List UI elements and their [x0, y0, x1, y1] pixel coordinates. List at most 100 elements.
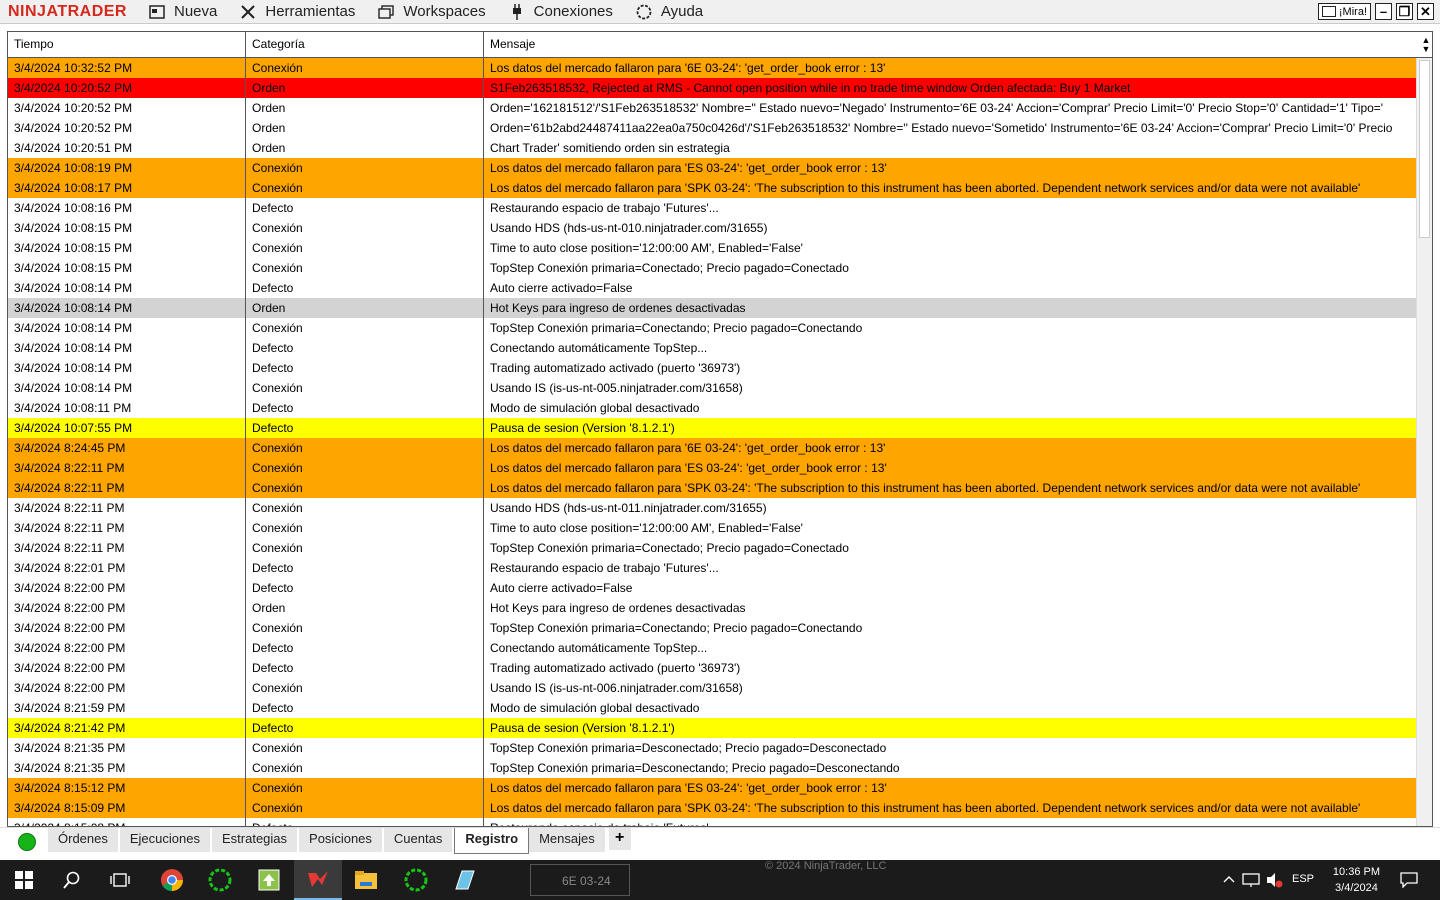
log-time: 3/4/2024 8:21:35 PM	[8, 758, 246, 778]
clock-time: 10:36 PM	[1332, 866, 1380, 878]
log-time: 3/4/2024 10:20:52 PM	[8, 78, 246, 98]
chrome-icon[interactable]	[148, 860, 196, 900]
circle-app-icon-2[interactable]	[392, 860, 440, 900]
log-row[interactable]: 3/4/2024 8:22:11 PM Conexión Usando HDS (h…	[8, 498, 1418, 518]
scrollbar-thumb[interactable]	[1419, 60, 1430, 238]
log-category: Conexión	[246, 478, 484, 498]
restore-button[interactable]: ❐	[1396, 3, 1413, 20]
menu-ayuda[interactable]: Ayuda	[635, 3, 703, 20]
log-category: Conexión	[246, 158, 484, 178]
log-message: Auto cierre activado=False	[490, 281, 633, 295]
log-category: Conexión	[246, 798, 484, 818]
log-row[interactable]: 3/4/2024 10:08:15 PM Conexión TopStep Cone…	[8, 258, 1418, 278]
column-header-time[interactable]: Tiempo	[8, 32, 246, 58]
log-category: Conexión	[246, 778, 484, 798]
log-row[interactable]: 3/4/2024 8:21:59 PM Defecto Modo de simula…	[8, 698, 1418, 718]
log-row[interactable]: 3/4/2024 8:15:12 PM Conexión Los datos del…	[8, 778, 1418, 798]
network-icon[interactable]	[1242, 872, 1260, 891]
log-row[interactable]: 3/4/2024 8:15:08 PMDefectoRestaurando es…	[8, 818, 1418, 826]
log-time: 3/4/2024 10:08:14 PM	[8, 318, 246, 338]
log-row[interactable]: 3/4/2024 8:22:11 PM Conexión Los datos del…	[8, 478, 1418, 498]
log-message: Restaurando espacio de trabajo 'Futures'…	[484, 818, 1418, 826]
minimize-button[interactable]: –	[1375, 3, 1392, 20]
log-message: Modo de simulación global desactivado	[490, 401, 700, 415]
ninjatrader-icon[interactable]	[294, 860, 342, 900]
log-row[interactable]: 3/4/2024 10:08:14 PM Defecto Trading autom…	[8, 358, 1418, 378]
log-row[interactable]: 3/4/2024 10:20:52 PM Orden Orden='61b2abd2…	[8, 118, 1418, 138]
column-header-message[interactable]: Mensaje	[484, 32, 1418, 58]
circle-app-icon[interactable]	[196, 860, 244, 900]
menu-label: Nueva	[174, 3, 218, 20]
log-row[interactable]: 3/4/2024 8:21:35 PM Conexión TopStep Conex…	[8, 758, 1418, 778]
tab-6[interactable]: Registro	[454, 828, 530, 854]
sort-arrows-icon[interactable]: ▲ ▼	[1418, 32, 1432, 58]
menu-nueva[interactable]: Nueva	[148, 3, 217, 20]
log-row[interactable]: 3/4/2024 8:22:00 PM Defecto Auto cierre ac…	[8, 578, 1418, 598]
volume-muted-icon[interactable]	[1265, 872, 1283, 891]
log-row[interactable]: 3/4/2024 8:22:00 PM Conexión TopStep Conex…	[8, 618, 1418, 638]
file-explorer-icon[interactable]	[342, 860, 390, 900]
log-message: Usando HDS (hds-us-nt-010.ninjatrader.co…	[490, 221, 768, 235]
upload-app-icon[interactable]	[245, 860, 293, 900]
log-row[interactable]: 3/4/2024 8:21:35 PM Conexión TopStep Conex…	[8, 738, 1418, 758]
tab-5[interactable]: Cuentas	[383, 828, 455, 852]
log-row[interactable]: 3/4/2024 8:24:45 PM Conexión Los datos del…	[8, 438, 1418, 458]
watch-button[interactable]: ¡Mira!	[1317, 3, 1371, 20]
notepad-icon[interactable]	[440, 860, 488, 900]
log-row[interactable]: 3/4/2024 10:08:14 PM Conexión Usando IS (i…	[8, 378, 1418, 398]
log-row[interactable]: 3/4/2024 10:20:52 PM Orden S1Feb263518532,…	[8, 78, 1418, 98]
chevron-up-icon[interactable]	[1222, 872, 1236, 889]
language-indicator[interactable]: ESP	[1292, 873, 1314, 885]
add-tab-button[interactable]: +	[608, 828, 631, 850]
log-row[interactable]: 3/4/2024 8:15:09 PM Conexión Los datos del…	[8, 798, 1418, 818]
tab-3[interactable]: Estrategias	[211, 828, 300, 852]
column-header-category[interactable]: Categoría	[246, 32, 484, 58]
log-category: Defecto	[246, 418, 484, 438]
log-row[interactable]: 3/4/2024 10:08:15 PM Conexión Usando HDS (…	[8, 218, 1418, 238]
log-time: 3/4/2024 8:24:45 PM	[8, 438, 246, 458]
log-row[interactable]: 3/4/2024 8:22:01 PM Defecto Restaurando es…	[8, 558, 1418, 578]
vertical-scrollbar[interactable]	[1416, 58, 1432, 826]
log-row[interactable]: 3/4/2024 10:08:15 PM Conexión Time to auto…	[8, 238, 1418, 258]
log-time: 3/4/2024 8:21:35 PM	[8, 738, 246, 758]
log-row[interactable]: 3/4/2024 8:21:42 PM Defecto Pausa de sesio…	[8, 718, 1418, 738]
log-row[interactable]: 3/4/2024 10:20:51 PM Orden Chart Trader' s…	[8, 138, 1418, 158]
log-row[interactable]: 3/4/2024 8:22:11 PM Conexión TopStep Conex…	[8, 538, 1418, 558]
log-row[interactable]: 3/4/2024 8:22:00 PM Conexión Usando IS (is…	[8, 678, 1418, 698]
menu-herramientas[interactable]: Herramientas	[239, 3, 355, 20]
log-row[interactable]: 3/4/2024 10:08:14 PM Conexión TopStep Cone…	[8, 318, 1418, 338]
log-row[interactable]: 3/4/2024 8:22:11 PM Conexión Time to auto …	[8, 518, 1418, 538]
tab-4[interactable]: Posiciones	[299, 828, 384, 852]
log-time: 3/4/2024 8:15:08 PM	[8, 818, 246, 826]
log-row[interactable]: 3/4/2024 10:08:17 PM Conexión Los datos de…	[8, 178, 1418, 198]
log-row[interactable]: 3/4/2024 10:08:14 PM Defecto Auto cierre a…	[8, 278, 1418, 298]
tab-1[interactable]: Órdenes	[48, 828, 120, 852]
log-category: Orden	[246, 78, 484, 98]
log-row[interactable]: 3/4/2024 8:22:11 PM Conexión Los datos del…	[8, 458, 1418, 478]
log-row[interactable]: 3/4/2024 8:22:00 PM Orden Hot Keys para in…	[8, 598, 1418, 618]
log-category: Conexión	[246, 218, 484, 238]
log-row[interactable]: 3/4/2024 10:07:55 PM Defecto Pausa de sesi…	[8, 418, 1418, 438]
window-controls: ¡Mira! – ❐ ✕	[1317, 3, 1434, 20]
search-icon[interactable]	[48, 860, 96, 900]
log-row[interactable]: 3/4/2024 10:08:19 PM Conexión Los datos de…	[8, 158, 1418, 178]
log-row[interactable]: 3/4/2024 10:08:16 PM Defecto Restaurando e…	[8, 198, 1418, 218]
menu-workspaces[interactable]: Workspaces	[377, 3, 486, 20]
taskbar-clock[interactable]: 10:36 PM 3/4/2024	[1333, 864, 1380, 896]
log-row[interactable]: 3/4/2024 10:08:14 PM Defecto Conectando au…	[8, 338, 1418, 358]
windows-start-icon[interactable]	[0, 860, 48, 900]
log-row[interactable]: 3/4/2024 10:32:52 PM Conexión Los datos de…	[8, 58, 1418, 78]
log-row[interactable]: 3/4/2024 8:22:00 PM Defecto Trading automa…	[8, 658, 1418, 678]
log-row[interactable]: 3/4/2024 10:08:11 PM Defecto Modo de simul…	[8, 398, 1418, 418]
background-instrument: 6E 03-24	[562, 874, 611, 888]
tab-7[interactable]: Mensajes	[529, 828, 607, 852]
log-time: 3/4/2024 10:20:52 PM	[8, 118, 246, 138]
task-view-icon[interactable]	[96, 860, 144, 900]
menu-conexiones[interactable]: Conexiones	[508, 3, 613, 20]
close-button[interactable]: ✕	[1417, 3, 1434, 20]
log-row[interactable]: 3/4/2024 10:20:52 PM Orden Orden='16218151…	[8, 98, 1418, 118]
tab-2[interactable]: Ejecuciones	[119, 828, 212, 852]
log-row[interactable]: 3/4/2024 8:22:00 PM Defecto Conectando aut…	[8, 638, 1418, 658]
notifications-icon[interactable]	[1400, 872, 1418, 891]
log-row[interactable]: 3/4/2024 10:08:14 PM Orden Hot Keys para i…	[8, 298, 1418, 318]
